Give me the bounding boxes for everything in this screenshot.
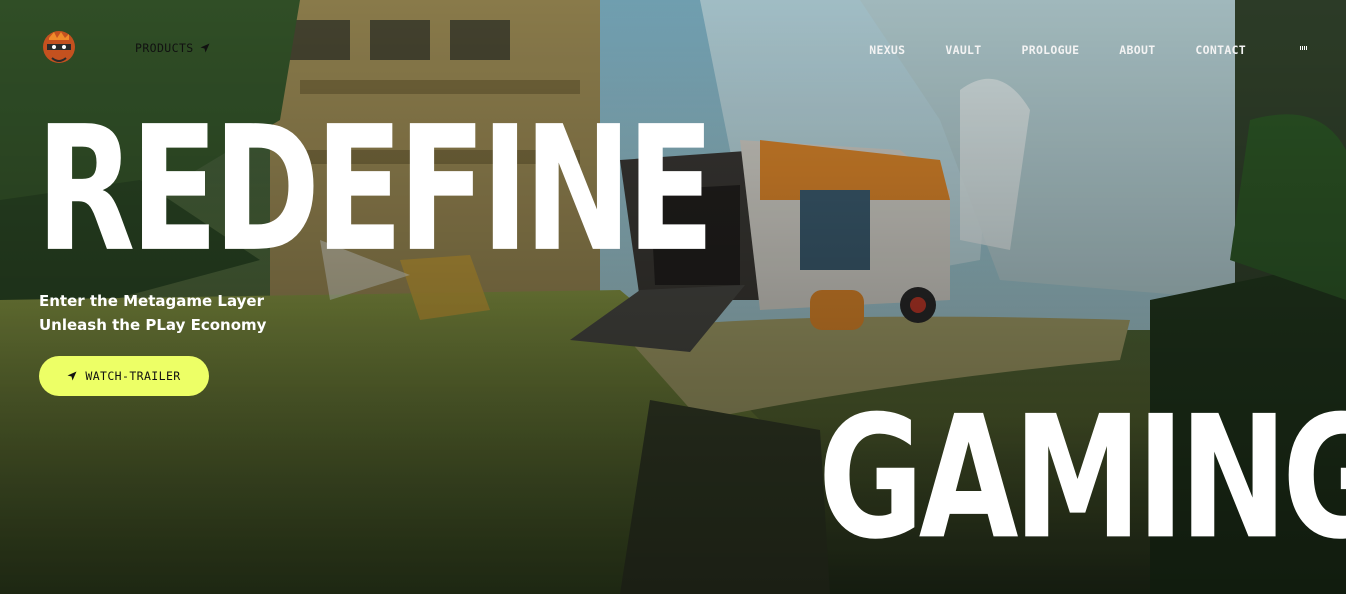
ninja-mascot-icon[interactable] <box>40 28 78 66</box>
nav-link-vault[interactable]: VAULT <box>945 43 981 57</box>
products-label: PRODUCTS <box>135 41 194 55</box>
nav-link-prologue[interactable]: PROLOGUE <box>1022 43 1080 57</box>
tagline-line-1: Enter the Metagame Layer <box>39 292 264 310</box>
nav-link-contact[interactable]: CONTACT <box>1195 43 1246 57</box>
location-arrow-icon <box>200 43 210 53</box>
nav-link-nexus[interactable]: NEXUS <box>869 43 905 57</box>
nav-link-about[interactable]: ABOUT <box>1119 43 1155 57</box>
headline-bottom: GAMING <box>818 380 1346 578</box>
audio-indicator-icon[interactable] <box>1300 44 1310 50</box>
watch-trailer-label: WATCH-TRAILER <box>85 369 181 383</box>
location-arrow-icon <box>67 371 77 381</box>
main-nav: NEXUS VAULT PROLOGUE ABOUT CONTACT <box>829 43 1246 57</box>
products-menu-button[interactable]: PRODUCTS <box>135 41 210 55</box>
hero-section: PRODUCTS NEXUS VAULT PROLOGUE ABOUT CONT… <box>0 0 1346 594</box>
headline-top: REDEFINE <box>36 90 715 291</box>
tagline-line-2: Unleash the PLay Economy <box>39 316 267 334</box>
watch-trailer-button[interactable]: WATCH-TRAILER <box>39 356 209 396</box>
hero-tagline: Enter the Metagame Layer Unleash the PLa… <box>39 289 266 337</box>
